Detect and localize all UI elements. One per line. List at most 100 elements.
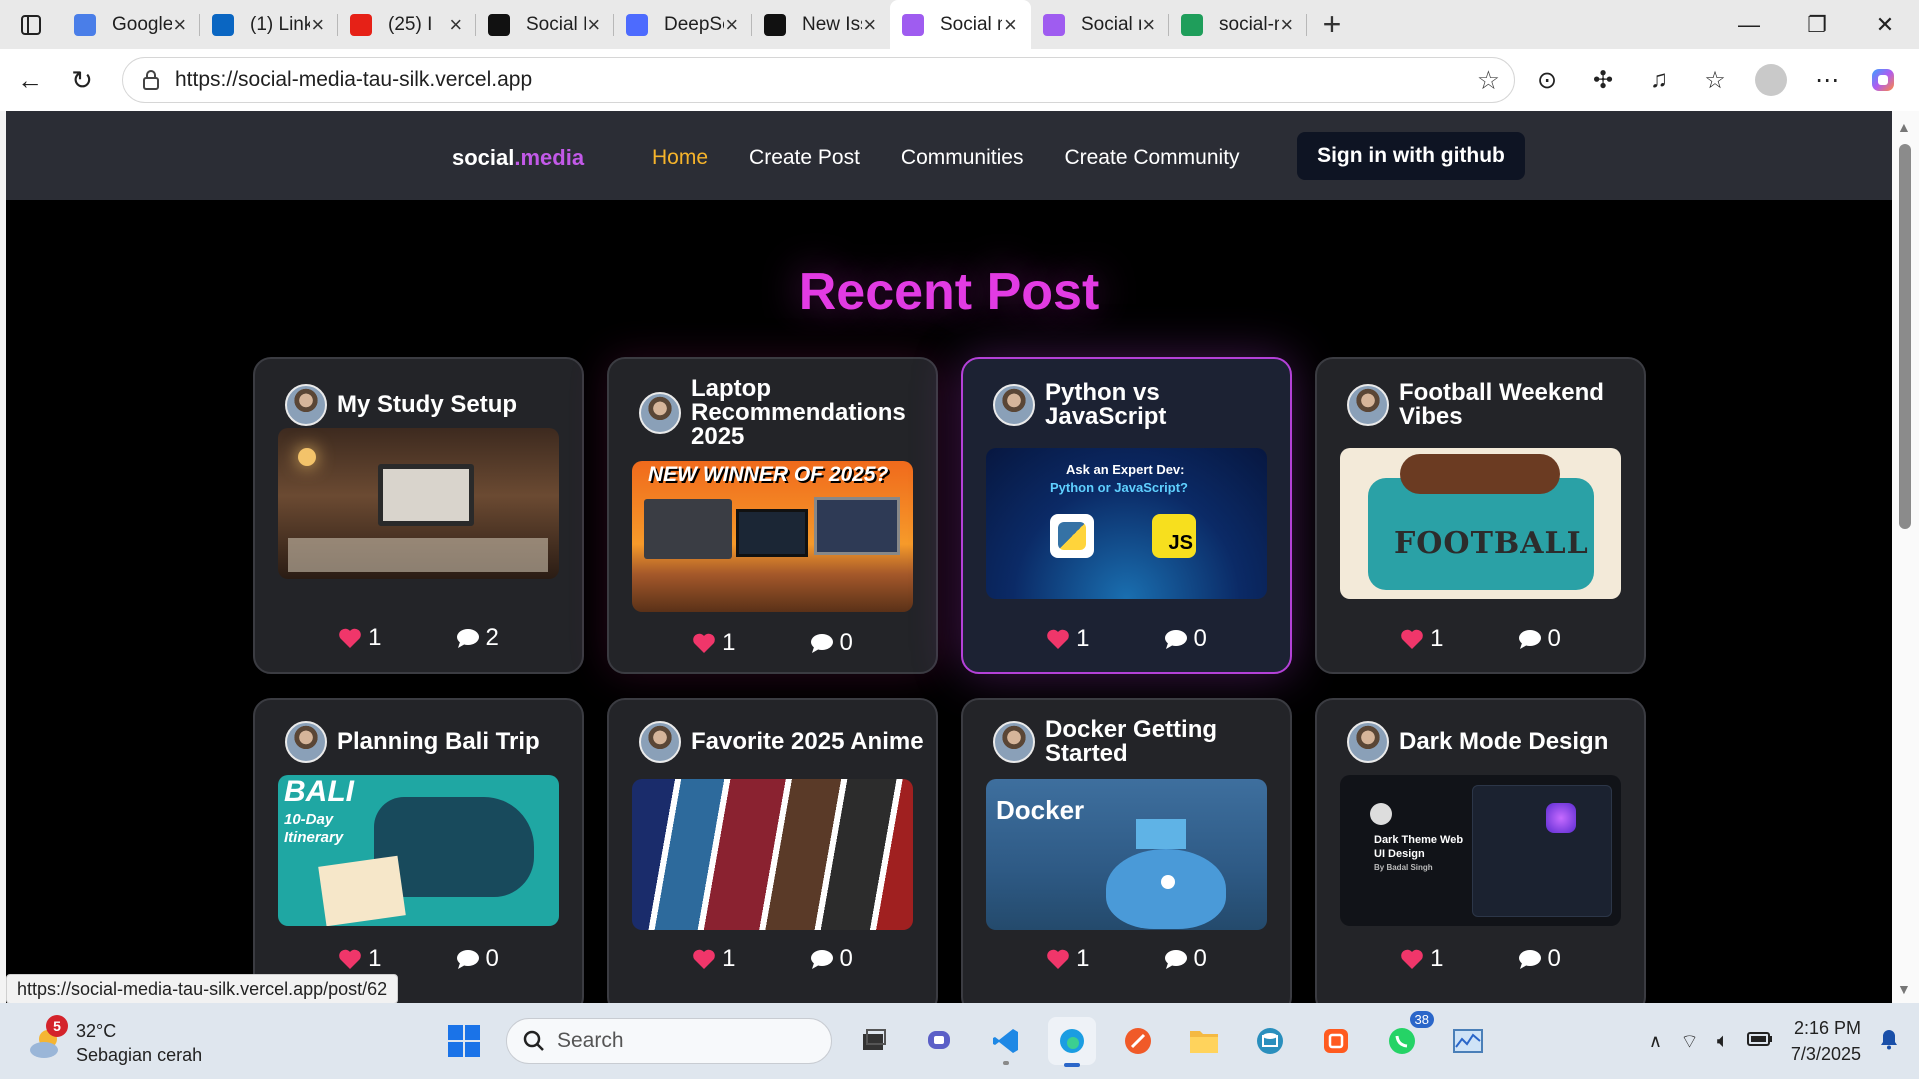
resource-monitor-icon[interactable] xyxy=(1444,1017,1492,1065)
post-title[interactable]: Docker Getting Started xyxy=(1045,718,1283,766)
browser-essentials-icon[interactable]: ♫ xyxy=(1633,55,1685,105)
scroll-down-icon[interactable]: ▼ xyxy=(1897,981,1911,997)
volume-icon[interactable]: 🔈︎ xyxy=(1717,1030,1729,1053)
post-title[interactable]: My Study Setup xyxy=(337,393,517,417)
comment-button[interactable]: 2 xyxy=(456,624,499,652)
nav-create-community[interactable]: Create Community xyxy=(1064,146,1239,170)
read-aloud-icon[interactable]: ⊙ xyxy=(1521,55,1573,105)
like-button[interactable]: 1 xyxy=(692,945,736,973)
post-image[interactable] xyxy=(278,428,559,579)
nav-create-post[interactable]: Create Post xyxy=(749,146,860,170)
post-card[interactable]: Planning Bali Trip BALI 10-Day Itinerary… xyxy=(253,698,584,1003)
post-title[interactable]: Python vs JavaScript xyxy=(1045,381,1283,429)
back-button[interactable]: ← xyxy=(4,55,56,105)
comment-button[interactable]: 0 xyxy=(456,945,499,973)
scrollbar-thumb[interactable] xyxy=(1899,144,1911,529)
post-image[interactable]: Docker xyxy=(986,779,1267,930)
profile-button[interactable] xyxy=(1745,55,1797,105)
copilot-icon[interactable] xyxy=(1857,55,1909,105)
database-app-icon[interactable] xyxy=(1246,1017,1294,1065)
teams-icon[interactable] xyxy=(916,1017,964,1065)
post-image[interactable]: FOOTBALL xyxy=(1340,448,1621,599)
edge-icon[interactable] xyxy=(1048,1017,1096,1067)
close-tab-icon[interactable]: × xyxy=(862,12,878,38)
file-explorer-icon[interactable] xyxy=(1180,1017,1228,1065)
weather-widget[interactable]: 5 32°C Sebagian cerah xyxy=(28,1015,202,1067)
post-title[interactable]: Planning Bali Trip xyxy=(337,730,540,754)
minimize-button[interactable]: — xyxy=(1715,0,1783,49)
post-card[interactable]: My Study Setup 1 2 xyxy=(253,357,584,674)
nav-home[interactable]: Home xyxy=(652,146,708,170)
post-card-hovered[interactable]: Python vs JavaScript Ask an Expert Dev: … xyxy=(961,357,1292,674)
restore-button[interactable]: ❐ xyxy=(1783,0,1851,49)
like-button[interactable]: 1 xyxy=(1046,945,1090,973)
comment-button[interactable]: 0 xyxy=(1164,625,1207,653)
like-button[interactable]: 1 xyxy=(338,945,382,973)
comment-button[interactable]: 0 xyxy=(1518,625,1561,653)
postman-app-icon[interactable] xyxy=(1312,1017,1360,1065)
post-card[interactable]: Favorite 2025 Anime 1 0 xyxy=(607,698,938,1003)
browser-tab[interactable]: Google Te× xyxy=(62,0,200,49)
notification-bell-icon[interactable] xyxy=(1879,1028,1899,1055)
close-window-button[interactable]: ✕ xyxy=(1851,0,1919,49)
close-tab-icon[interactable]: × xyxy=(448,12,464,38)
refresh-button[interactable]: ↻ xyxy=(56,55,108,105)
tab-actions-button[interactable] xyxy=(0,0,62,49)
close-tab-icon[interactable]: × xyxy=(1279,12,1295,38)
post-image[interactable] xyxy=(632,779,913,930)
post-title[interactable]: Football Weekend Vibes xyxy=(1399,381,1637,429)
browser-tab[interactable]: Social me× xyxy=(1031,0,1169,49)
taskbar-search[interactable]: Search xyxy=(506,1018,832,1064)
vscode-icon[interactable] xyxy=(982,1017,1030,1065)
post-title[interactable]: Laptop Recommendations 2025 xyxy=(691,377,929,449)
close-tab-icon[interactable]: × xyxy=(310,12,326,38)
browser-tab[interactable]: social-me× xyxy=(1169,0,1307,49)
new-tab-button[interactable]: + xyxy=(1307,0,1357,49)
nav-communities[interactable]: Communities xyxy=(901,146,1024,170)
like-button[interactable]: 1 xyxy=(1400,945,1444,973)
post-title[interactable]: Dark Mode Design xyxy=(1399,730,1608,754)
site-logo[interactable]: social.media xyxy=(452,145,584,171)
post-image[interactable]: Ask an Expert Dev: Python or JavaScript?… xyxy=(986,448,1267,599)
close-tab-icon[interactable]: × xyxy=(1141,12,1157,38)
like-button[interactable]: 1 xyxy=(692,629,736,657)
post-image[interactable]: BALI 10-Day Itinerary xyxy=(278,775,559,926)
site-info-icon[interactable] xyxy=(137,70,165,90)
like-button[interactable]: 1 xyxy=(1400,625,1444,653)
battery-icon[interactable] xyxy=(1746,1031,1773,1052)
show-hidden-icons-icon[interactable]: ∧ xyxy=(1649,1031,1662,1052)
draw-app-icon[interactable] xyxy=(1114,1017,1162,1065)
start-button[interactable] xyxy=(440,1017,488,1065)
comment-button[interactable]: 0 xyxy=(1518,945,1561,973)
like-button[interactable]: 1 xyxy=(338,624,382,652)
post-card[interactable]: Dark Mode Design Dark Theme Web UI Desig… xyxy=(1315,698,1646,1003)
browser-tab[interactable]: (25) I × xyxy=(338,0,476,49)
post-image[interactable]: Dark Theme Web UI Design By Badal Singh xyxy=(1340,775,1621,926)
close-tab-icon[interactable]: × xyxy=(1002,12,1019,38)
system-clock[interactable]: 2:16 PM 7/3/2025 xyxy=(1791,1015,1861,1067)
favorite-star-icon[interactable]: ☆ xyxy=(1477,65,1500,96)
post-image[interactable]: NEW WINNER OF 2025? xyxy=(632,461,913,612)
like-button[interactable]: 1 xyxy=(1046,625,1090,653)
wifi-icon[interactable]: ⌔ xyxy=(1680,1029,1699,1054)
page-scrollbar[interactable]: ▲ ▼ xyxy=(1892,111,1919,1003)
favorites-icon[interactable]: ☆ xyxy=(1689,55,1741,105)
comment-button[interactable]: 0 xyxy=(1164,945,1207,973)
comment-button[interactable]: 0 xyxy=(810,629,853,657)
browser-tab[interactable]: DeepSeek× xyxy=(614,0,752,49)
address-bar[interactable]: https://social-media-tau-silk.vercel.app… xyxy=(122,57,1515,103)
close-tab-icon[interactable]: × xyxy=(586,12,602,38)
post-card[interactable]: Laptop Recommendations 2025 NEW WINNER O… xyxy=(607,357,938,674)
browser-tab[interactable]: New Issue× xyxy=(752,0,890,49)
browser-tab[interactable]: Social Me× xyxy=(476,0,614,49)
close-tab-icon[interactable]: × xyxy=(172,12,188,38)
url-text[interactable]: https://social-media-tau-silk.vercel.app xyxy=(175,68,532,92)
post-title[interactable]: Favorite 2025 Anime xyxy=(691,730,924,754)
post-card[interactable]: Football Weekend Vibes FOOTBALL 1 0 xyxy=(1315,357,1646,674)
extensions-icon[interactable]: ✣ xyxy=(1577,55,1629,105)
task-view-icon[interactable] xyxy=(850,1017,898,1065)
scroll-up-icon[interactable]: ▲ xyxy=(1897,119,1911,135)
browser-tab[interactable]: (1) Linked× xyxy=(200,0,338,49)
comment-button[interactable]: 0 xyxy=(810,945,853,973)
browser-tab[interactable]: Social me× xyxy=(890,0,1031,49)
